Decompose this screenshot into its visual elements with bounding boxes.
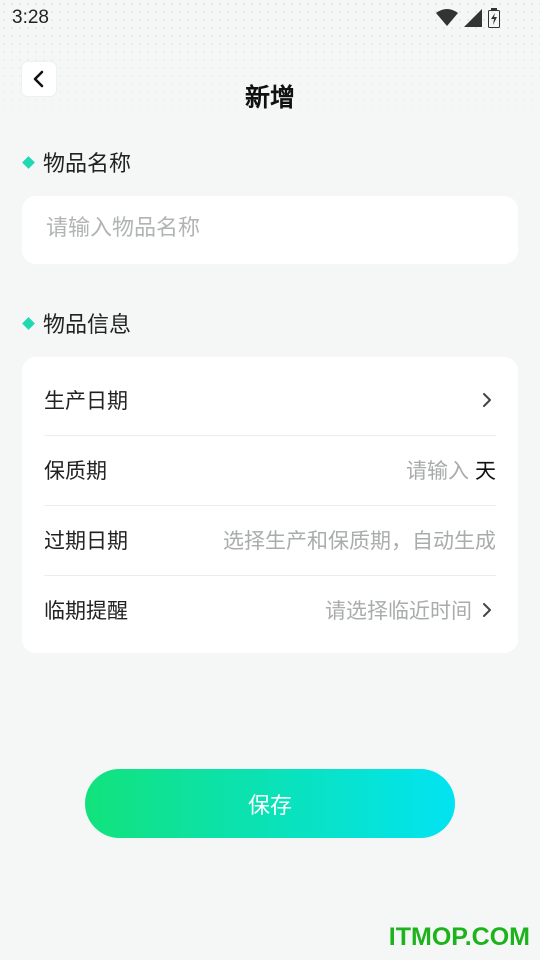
shelf-life-label: 保质期: [44, 459, 107, 483]
expiry-date-hint: 选择生产和保质期，自动生成: [223, 529, 496, 553]
expiry-date-label: 过期日期: [44, 529, 128, 553]
reminder-value: 请选择临近时间: [325, 599, 472, 623]
shelf-life-unit: 天: [475, 459, 496, 483]
shelf-life-input[interactable]: 请输入: [406, 455, 469, 485]
production-date-row[interactable]: 生产日期: [44, 365, 496, 436]
reminder-label: 临期提醒: [44, 599, 128, 623]
page-title: 新增: [244, 83, 295, 112]
name-card: [22, 196, 518, 264]
info-card: 生产日期 保质期 请输入 天 过期日期 选择生产和保质期，自动生成 临期提醒 请…: [22, 357, 518, 653]
watermark: ITMOP.COM: [388, 923, 530, 951]
status-time: 3:28: [12, 7, 49, 28]
item-name-input[interactable]: [44, 215, 488, 242]
section-name-header: 物品名称: [22, 146, 132, 178]
expiry-date-row: 过期日期 选择生产和保质期，自动生成: [44, 505, 496, 576]
status-icons: [436, 8, 500, 28]
chevron-right-icon: [483, 393, 491, 407]
save-button[interactable]: 保存: [85, 769, 455, 838]
shelf-life-row: 保质期 请输入 天: [44, 435, 496, 506]
diamond-icon: [22, 316, 35, 330]
signal-icon: [464, 9, 482, 27]
reminder-row[interactable]: 临期提醒 请选择临近时间: [44, 575, 496, 645]
section-name-title: 物品名称: [43, 152, 132, 177]
chevron-right-icon: [483, 603, 491, 617]
status-bar: 3:28: [0, 0, 540, 36]
section-info-header: 物品信息: [22, 307, 132, 339]
diamond-icon: [22, 155, 35, 169]
battery-icon: [488, 8, 500, 28]
wifi-icon: [436, 9, 458, 26]
production-date-label: 生产日期: [44, 389, 128, 413]
section-info-title: 物品信息: [43, 313, 132, 338]
